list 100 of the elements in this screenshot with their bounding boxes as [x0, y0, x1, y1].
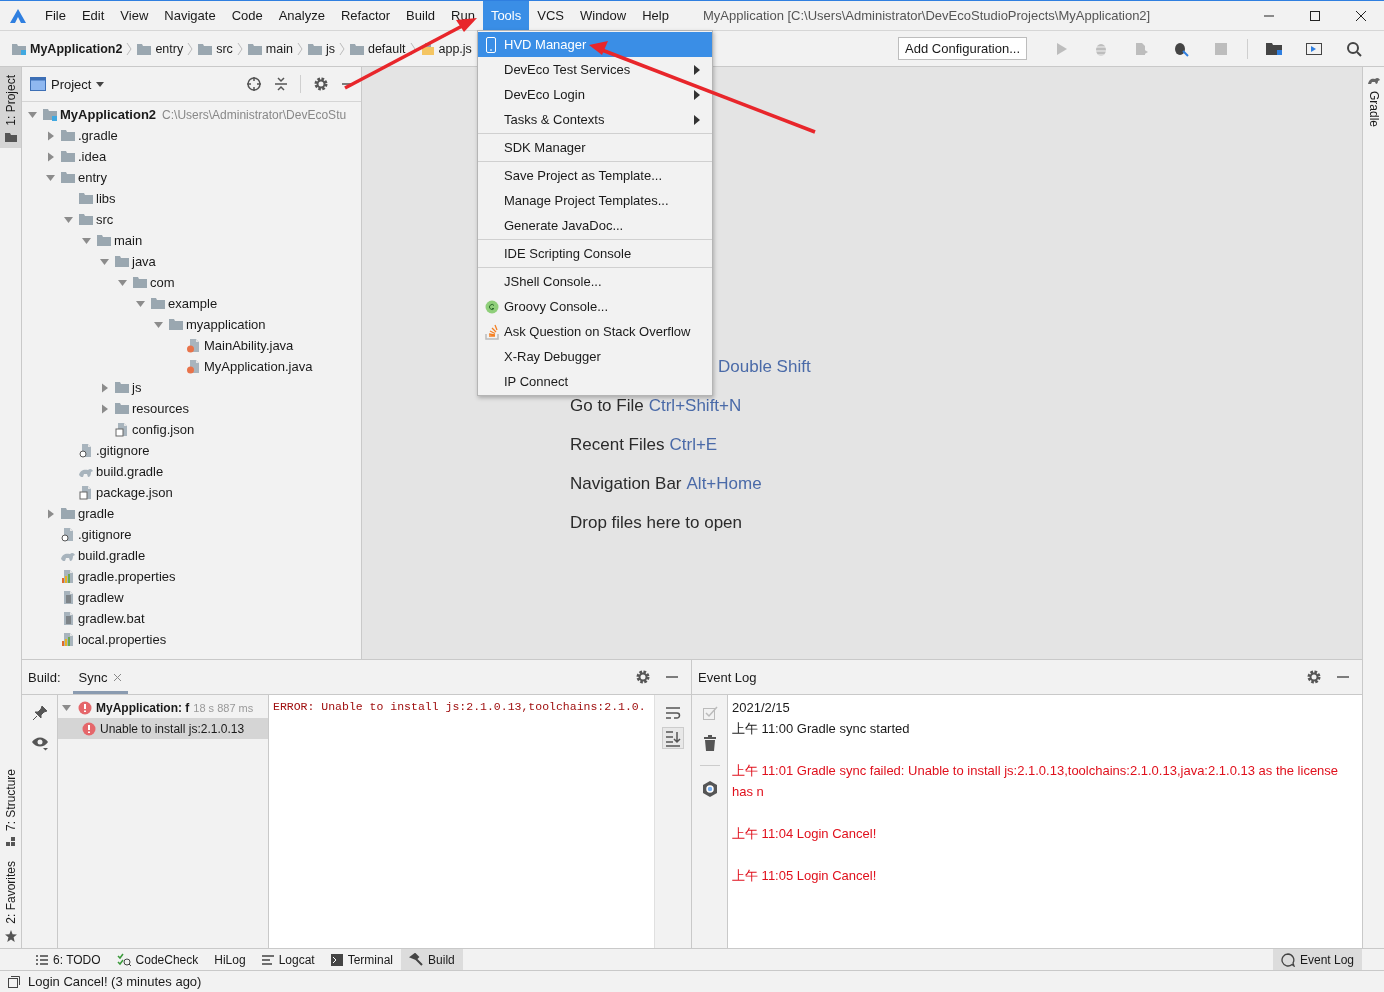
tree-item[interactable]: libs [96, 191, 116, 206]
attach-icon [1133, 40, 1149, 57]
tree-item[interactable]: gradlew [78, 590, 124, 605]
status-toggle-icon[interactable] [8, 975, 20, 988]
menu-entry[interactable]: Groovy Console... [478, 294, 712, 319]
locate-icon[interactable] [246, 76, 262, 92]
settings-icon[interactable] [635, 669, 651, 685]
list-icon [36, 954, 48, 965]
file-icon [60, 632, 76, 647]
tree-item[interactable]: entry [78, 170, 107, 185]
tree-item[interactable]: java [132, 254, 156, 269]
scroll-to-end-icon[interactable] [662, 727, 684, 749]
tree-item[interactable]: .gitignore [78, 527, 132, 542]
file-icon [60, 569, 76, 584]
build-tree-row[interactable]: MyApplication: f 18 s 887 ms [58, 697, 268, 718]
menu-item[interactable]: Analyze [270, 1, 333, 30]
menu-entry[interactable]: Manage Project Templates... [478, 188, 712, 213]
breadcrumb-item[interactable]: src [194, 41, 236, 56]
tree-item[interactable]: .idea [78, 149, 107, 164]
shortcut-hint: Go to File Ctrl+Shift+N [570, 395, 742, 417]
close-icon[interactable] [113, 672, 123, 682]
breadcrumb-item[interactable]: MyApplication2 [8, 41, 126, 56]
tree-item[interactable]: MyApplication2 [60, 107, 157, 122]
panel-title: Event Log [698, 669, 757, 685]
folder-icon [197, 41, 214, 56]
hammer-icon [409, 952, 424, 967]
tree-item[interactable]: main [114, 233, 143, 248]
menu-entry[interactable]: Generate JavaDoc... [478, 213, 712, 238]
add-configuration-button[interactable]: Add Configuration... [898, 37, 1027, 60]
menu-item[interactable]: File [37, 1, 74, 30]
tool-window-button[interactable]: Terminal [322, 949, 402, 970]
breadcrumb-item[interactable]: main [243, 41, 296, 56]
menu-entry[interactable]: JShell Console... [478, 269, 712, 294]
menu-entry[interactable]: Tasks & Contexts [478, 107, 712, 132]
menu-entry[interactable]: SDK Manager [478, 135, 712, 160]
settings-icon[interactable] [1306, 669, 1322, 685]
breadcrumb-item[interactable]: default [345, 41, 409, 56]
soft-wrap-icon[interactable] [665, 705, 681, 721]
tree-item[interactable]: MyApplication.java [204, 359, 313, 374]
tree-item[interactable]: config.json [132, 422, 195, 437]
menu-entry[interactable]: X-Ray Debugger [478, 344, 712, 369]
menu-item[interactable]: Run [443, 1, 483, 30]
menu-entry[interactable]: DevEco Login [478, 82, 712, 107]
tree-item[interactable]: MainAbility.java [204, 338, 294, 353]
collapse-all-icon[interactable] [274, 76, 288, 92]
menu-entry[interactable]: IP Connect [478, 369, 712, 394]
menu-item[interactable]: VCS [529, 1, 572, 30]
tool-window-button[interactable]: Event Log [1272, 949, 1362, 970]
menu-entry[interactable]: IDE Scripting Console [478, 241, 712, 266]
menu-item[interactable]: Help [634, 1, 677, 30]
tool-window-tab[interactable]: 2: Favorites [0, 853, 21, 948]
menu-item[interactable]: Build [398, 1, 443, 30]
tree-item[interactable]: build.gradle [78, 548, 146, 563]
tree-item[interactable]: js [132, 380, 142, 395]
tree-item[interactable]: gradle [78, 506, 115, 521]
menu-entry[interactable]: Ask Question on Stack Overflow [478, 319, 712, 344]
logo-icon [9, 7, 27, 24]
tree-item[interactable]: example [168, 296, 218, 311]
tree-item[interactable]: .gradle [78, 128, 118, 143]
groovy-icon [485, 299, 499, 314]
tree-item[interactable]: build.gradle [96, 464, 164, 479]
menu-item[interactable]: Refactor [332, 1, 399, 30]
breadcrumb-item[interactable]: app.js [416, 41, 475, 56]
mark-read-icon[interactable] [701, 705, 718, 721]
tool-window-button[interactable]: Build [401, 949, 463, 970]
tool-window-button[interactable]: HiLog [206, 949, 254, 970]
tree-item[interactable]: .gitignore [96, 443, 150, 458]
tree-item[interactable]: resources [132, 401, 190, 416]
menu-entry[interactable]: DevEco Test Services [478, 57, 712, 82]
settings-icon[interactable] [700, 780, 719, 798]
menu-item[interactable]: Window [571, 1, 635, 30]
tool-window-tab[interactable]: 7: Structure [0, 761, 21, 854]
tool-window-button[interactable]: Logcat [253, 949, 323, 970]
pin-icon[interactable] [31, 705, 48, 721]
submenu-arrow-icon [694, 90, 700, 100]
breadcrumb-item[interactable]: entry [133, 41, 187, 56]
eye-icon[interactable] [30, 735, 49, 751]
tool-window-button[interactable]: 6: TODO [28, 949, 109, 970]
tool-window-button[interactable]: CodeCheck [108, 949, 207, 970]
tree-item[interactable]: myapplication [186, 317, 266, 332]
tree-item[interactable]: package.json [96, 485, 173, 500]
build-tree-row[interactable]: Unable to install js:2.1.0.13 [58, 718, 268, 739]
trash-icon[interactable] [702, 735, 717, 751]
tree-item[interactable]: src [96, 212, 114, 227]
menu-item[interactable]: Edit [73, 1, 113, 30]
tree-item[interactable]: gradle.properties [78, 569, 176, 584]
tree-item[interactable]: com [150, 275, 175, 290]
breadcrumb-item[interactable]: js [303, 41, 338, 56]
tool-window-tab[interactable]: 1: Project [0, 67, 21, 148]
menu-item[interactable]: View [112, 1, 157, 30]
menu-item[interactable]: Navigate [156, 1, 224, 30]
settings-icon[interactable] [313, 76, 329, 92]
project-view-dropdown[interactable]: Project [30, 76, 105, 92]
menu-entry[interactable]: Save Project as Template... [478, 163, 712, 188]
tool-window-tab[interactable]: Gradle [1363, 67, 1384, 134]
folder-icon [78, 212, 94, 227]
tree-item[interactable]: gradlew.bat [78, 611, 145, 626]
tree-item[interactable]: local.properties [78, 632, 167, 647]
sync-tab[interactable]: Sync [72, 660, 129, 694]
menu-item[interactable]: Code [223, 1, 271, 30]
